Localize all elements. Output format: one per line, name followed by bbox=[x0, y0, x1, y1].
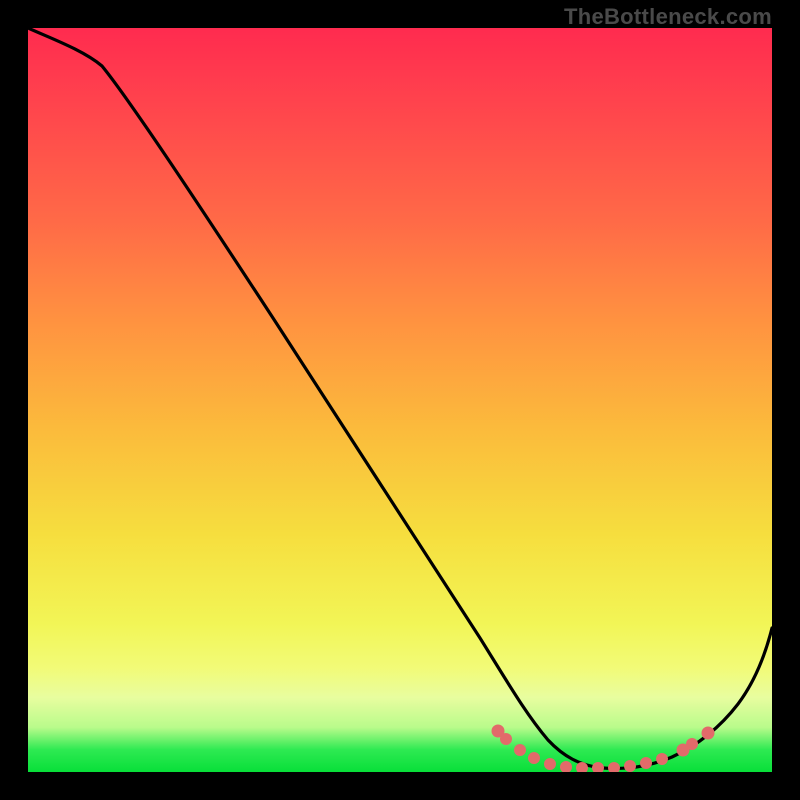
marker-dot bbox=[702, 727, 715, 740]
marker-dot bbox=[500, 733, 512, 745]
marker-dot bbox=[528, 752, 540, 764]
marker-dot bbox=[686, 738, 698, 750]
marker-dot bbox=[514, 744, 526, 756]
bottleneck-curve bbox=[28, 28, 772, 772]
watermark-text: TheBottleneck.com bbox=[564, 4, 772, 30]
chart-frame: TheBottleneck.com bbox=[0, 0, 800, 800]
marker-dot bbox=[592, 762, 604, 772]
marker-dot bbox=[560, 761, 572, 772]
curve-path bbox=[28, 28, 772, 769]
marker-dot bbox=[544, 758, 556, 770]
plot-area bbox=[28, 28, 772, 772]
marker-dot bbox=[640, 757, 652, 769]
marker-dot bbox=[624, 760, 636, 772]
marker-dot bbox=[608, 762, 620, 772]
marker-dot bbox=[656, 753, 668, 765]
marker-dots bbox=[492, 725, 715, 773]
